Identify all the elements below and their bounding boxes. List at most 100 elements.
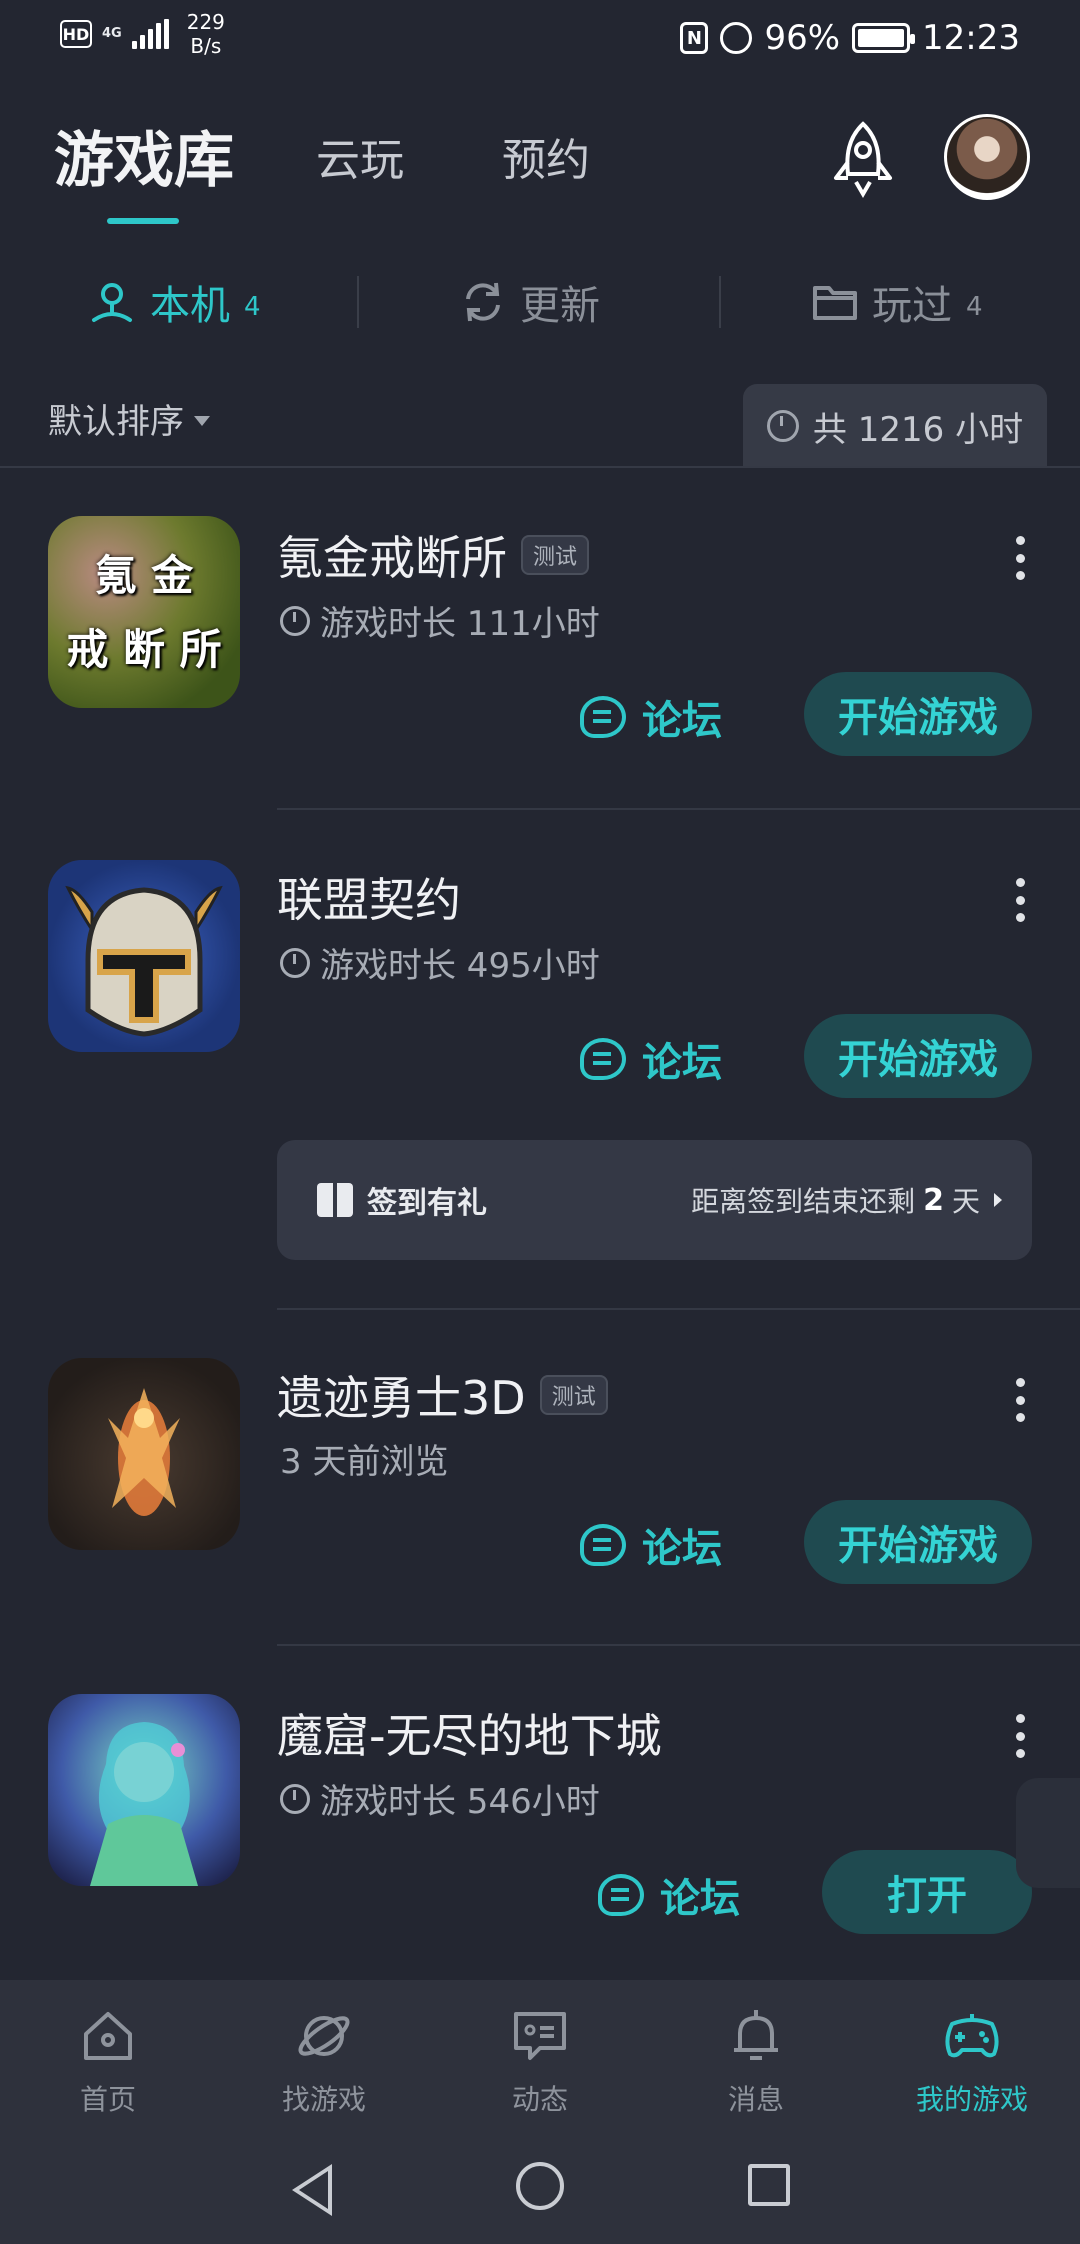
- more-options-icon[interactable]: [1014, 536, 1026, 580]
- top-header: 游戏库 云玩 预约: [0, 110, 1080, 230]
- bell-icon: [734, 2010, 778, 2060]
- caret-down-icon: [194, 415, 210, 426]
- checkin-gift-card[interactable]: 签到有礼 距离签到结束还剩 2 天: [277, 1140, 1032, 1260]
- location-pin-icon: [92, 283, 132, 322]
- subtab-played[interactable]: 玩过 4: [812, 262, 983, 342]
- game-icon[interactable]: [48, 1358, 240, 1550]
- tab-reservation[interactable]: 预约: [502, 124, 590, 188]
- network-type: 4G: [102, 27, 122, 41]
- game-playtime-text: 游戏时长 546小时: [320, 1782, 600, 1822]
- game-icon-text-1: 氪 金: [94, 551, 194, 600]
- battery-percent: 96%: [764, 18, 841, 58]
- game-title[interactable]: 氪金戒断所 测试: [277, 522, 590, 588]
- tab-cloud-play[interactable]: 云玩: [316, 124, 404, 188]
- forum-label: 论坛: [642, 698, 722, 744]
- signal-icon: [131, 19, 169, 49]
- tab-game-library[interactable]: 游戏库: [54, 112, 234, 199]
- helmet-icon: [65, 885, 223, 1037]
- gift-title: 签到有礼: [317, 1178, 487, 1222]
- forum-icon: [598, 1874, 644, 1916]
- gift-title-label: 签到有礼: [367, 1186, 487, 1221]
- divider: [277, 808, 1080, 810]
- divider: [277, 1644, 1080, 1646]
- subtab-local-count: 4: [244, 292, 261, 322]
- gift-remaining-days: 2: [923, 1182, 944, 1218]
- gift-remaining-suffix: 天: [951, 1185, 980, 1218]
- start-game-button[interactable]: 开始游戏: [804, 1014, 1032, 1098]
- forum-icon: [580, 1038, 626, 1080]
- nav-feed[interactable]: 动态: [432, 2006, 648, 2118]
- timer-icon: [280, 1783, 310, 1814]
- user-avatar[interactable]: [944, 114, 1030, 200]
- recent-apps-icon[interactable]: [748, 2164, 790, 2206]
- more-options-icon[interactable]: [1014, 1378, 1026, 1422]
- forum-label: 论坛: [642, 1040, 722, 1086]
- start-game-button[interactable]: 开始游戏: [804, 672, 1032, 756]
- folder-icon: [813, 286, 857, 320]
- nav-find-games-label: 找游戏: [281, 2083, 366, 2116]
- net-rate: 229 B/s: [187, 10, 225, 58]
- game-name: 氪金戒断所: [277, 531, 507, 585]
- nav-home-label: 首页: [79, 2083, 136, 2116]
- game-name: 联盟契约: [277, 873, 461, 927]
- chevron-right-icon: [994, 1193, 1002, 1207]
- total-playtime-label: 共 1216 小时: [812, 409, 1024, 450]
- nav-messages[interactable]: 消息: [648, 2006, 864, 2118]
- forum-icon: [580, 696, 626, 738]
- subtab-local[interactable]: 本机 4: [88, 262, 261, 342]
- more-options-icon[interactable]: [1014, 1714, 1026, 1758]
- game-title[interactable]: 联盟契约: [277, 864, 461, 930]
- more-options-icon[interactable]: [1014, 878, 1026, 922]
- sort-dropdown[interactable]: 默认排序: [48, 394, 210, 443]
- back-icon[interactable]: [292, 2164, 332, 2216]
- clock-time: 12:23: [922, 18, 1020, 58]
- system-nav-bar: [0, 2130, 1080, 2244]
- game-title[interactable]: 魔窟-无尽的地下城: [277, 1700, 662, 1766]
- hd-icon: HD: [60, 20, 92, 48]
- subtab-played-label: 玩过: [872, 283, 952, 329]
- forum-button[interactable]: 论坛: [598, 1866, 740, 1924]
- game-icon-text-2: 戒 断 所: [66, 625, 222, 674]
- gamepad-icon: [945, 2014, 999, 2058]
- divider: [719, 276, 721, 328]
- subtab-update[interactable]: 更新: [460, 262, 600, 342]
- test-badge: 测试: [521, 535, 590, 575]
- battery-icon: [852, 23, 916, 53]
- nav-messages-label: 消息: [727, 2083, 784, 2116]
- game-icon[interactable]: [48, 860, 240, 1052]
- forum-button[interactable]: 论坛: [580, 1516, 722, 1574]
- nav-my-games[interactable]: 我的游戏: [864, 2006, 1080, 2118]
- nav-find-games[interactable]: 找游戏: [216, 2006, 432, 2118]
- divider: [0, 466, 1080, 468]
- rocket-icon[interactable]: [828, 120, 898, 200]
- divider: [357, 276, 359, 328]
- home-circle-icon[interactable]: [516, 2162, 564, 2210]
- network-label: 4G: [102, 26, 122, 41]
- subtab-update-label: 更新: [520, 283, 600, 329]
- timer-icon: [766, 410, 799, 442]
- subtab-local-label: 本机: [150, 283, 230, 329]
- forum-button[interactable]: 论坛: [580, 1030, 722, 1088]
- forum-button[interactable]: 论坛: [580, 688, 722, 746]
- nav-home[interactable]: 首页: [0, 2006, 216, 2118]
- gift-remaining-prefix: 距离签到结束还剩: [691, 1185, 916, 1218]
- game-icon[interactable]: 氪 金 戒 断 所: [48, 516, 240, 708]
- bottom-nav: 首页 找游戏 动态 消息 我的游戏: [0, 1980, 1080, 2130]
- game-last-viewed: 3 天前浏览: [280, 1434, 448, 1483]
- nav-my-games-label: 我的游戏: [915, 2083, 1028, 2116]
- game-title[interactable]: 遗迹勇士3D 测试: [277, 1362, 608, 1428]
- subtab-bar: 本机 4 更新 玩过 4: [0, 262, 1080, 342]
- game-playtime: 游戏时长 495小时: [280, 938, 600, 987]
- start-game-button[interactable]: 开始游戏: [804, 1500, 1032, 1584]
- forum-label: 论坛: [642, 1526, 722, 1572]
- floating-download-button[interactable]: [1016, 1778, 1080, 1888]
- net-rate-unit: B/s: [190, 34, 222, 58]
- divider: [277, 1308, 1080, 1310]
- open-game-button[interactable]: 打开: [822, 1850, 1032, 1934]
- timer-icon: [280, 605, 310, 636]
- game-name: 遗迹勇士3D: [277, 1371, 526, 1425]
- forum-label: 论坛: [660, 1876, 740, 1922]
- status-left: HD 4G 229 B/s: [60, 10, 225, 58]
- game-last-viewed-text: 3 天前浏览: [280, 1442, 449, 1482]
- game-icon[interactable]: [48, 1694, 240, 1886]
